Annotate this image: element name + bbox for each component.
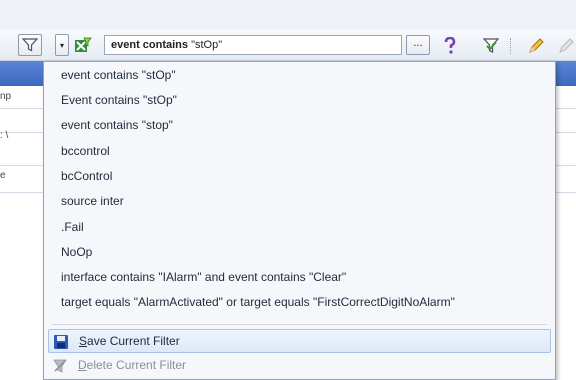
- filter-button[interactable]: [18, 34, 42, 56]
- filter-toolbar: ▾ event contains "stOp" ...: [0, 30, 576, 61]
- menu-item-history[interactable]: event contains "stOp": [61, 68, 176, 82]
- delete-icon: [53, 359, 67, 373]
- menu-item-history[interactable]: interface contains "IAlarm" and event co…: [61, 270, 346, 284]
- menu-item-history[interactable]: target equals "AlarmActivated" or target…: [61, 295, 455, 309]
- pencil-icon[interactable]: [526, 36, 546, 56]
- menu-item-history[interactable]: Event contains "stOp": [61, 93, 177, 107]
- save-current-filter-item[interactable]: Save Current Filter: [48, 329, 551, 353]
- menu-item-history[interactable]: bcControl: [61, 169, 112, 183]
- background-cell: e: [0, 170, 6, 181]
- toolbar-separator: [510, 38, 512, 54]
- question-icon[interactable]: [440, 36, 460, 56]
- filter-input[interactable]: event contains "stOp": [104, 35, 402, 55]
- menu-item-history[interactable]: bccontrol: [61, 144, 110, 158]
- background-cell: : \: [0, 130, 9, 141]
- save-current-filter-label: Save Current Filter: [79, 334, 180, 348]
- chevron-down-icon: ▾: [59, 40, 64, 50]
- delete-current-filter-label: Delete Current Filter: [78, 358, 187, 372]
- filter-keyword: event contains: [111, 39, 189, 51]
- menu-item-history[interactable]: NoOp: [61, 245, 92, 259]
- filter-apply-icon[interactable]: [481, 36, 501, 56]
- ellipsis-button[interactable]: ...: [406, 35, 430, 55]
- background-cell: np: [0, 91, 12, 102]
- delete-current-filter-item: Delete Current Filter: [48, 354, 551, 378]
- filter-history-dropdown[interactable]: ▾: [55, 34, 69, 56]
- filter-history-menu: event contains "stOp" Event contains "st…: [43, 61, 556, 380]
- filter-value: "stOp": [191, 39, 223, 51]
- excel-filter-icon[interactable]: [74, 37, 94, 55]
- menu-item-history[interactable]: event contains "stop": [61, 118, 173, 132]
- pencil-icon-disabled: [556, 36, 576, 56]
- menu-item-history[interactable]: source inter: [61, 194, 124, 208]
- save-icon: [54, 335, 68, 349]
- menu-item-history[interactable]: .Fail: [61, 220, 84, 234]
- menu-separator: [52, 324, 547, 325]
- filter-icon: [22, 38, 38, 52]
- window-top-strip: [0, 0, 576, 30]
